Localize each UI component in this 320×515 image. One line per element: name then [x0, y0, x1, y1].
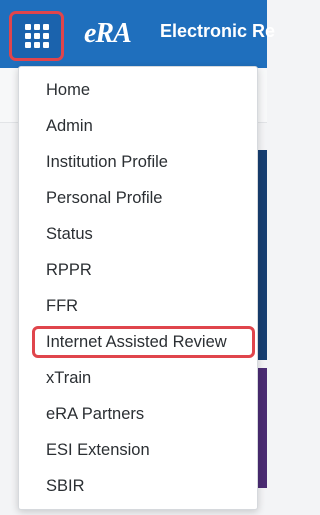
top-navigation-bar: eRA Electronic Re	[0, 0, 275, 68]
apps-menu-button[interactable]	[9, 11, 64, 61]
background-panel-blue	[258, 150, 267, 360]
menu-item-personal-profile[interactable]: Personal Profile	[19, 180, 257, 216]
menu-item-sbir[interactable]: SBIR	[19, 468, 257, 504]
grid-icon	[24, 24, 49, 48]
apps-dropdown-menu: Home Admin Institution Profile Personal …	[18, 66, 258, 510]
menu-item-era-partners[interactable]: eRA Partners	[19, 396, 257, 432]
app-title: Electronic Re	[160, 21, 276, 41]
background-panel-purple	[258, 368, 267, 488]
era-logo[interactable]: eRA	[84, 14, 132, 54]
menu-item-ffr[interactable]: FFR	[19, 288, 257, 324]
menu-item-home[interactable]: Home	[19, 72, 257, 108]
menu-item-institution-profile[interactable]: Institution Profile	[19, 144, 257, 180]
menu-item-rppr[interactable]: RPPR	[19, 252, 257, 288]
menu-item-status[interactable]: Status	[19, 216, 257, 252]
menu-item-esi-extension[interactable]: ESI Extension	[19, 432, 257, 468]
menu-item-internet-assisted-review[interactable]: Internet Assisted Review	[19, 324, 257, 360]
menu-item-xtrain[interactable]: xTrain	[19, 360, 257, 396]
menu-item-admin[interactable]: Admin	[19, 108, 257, 144]
